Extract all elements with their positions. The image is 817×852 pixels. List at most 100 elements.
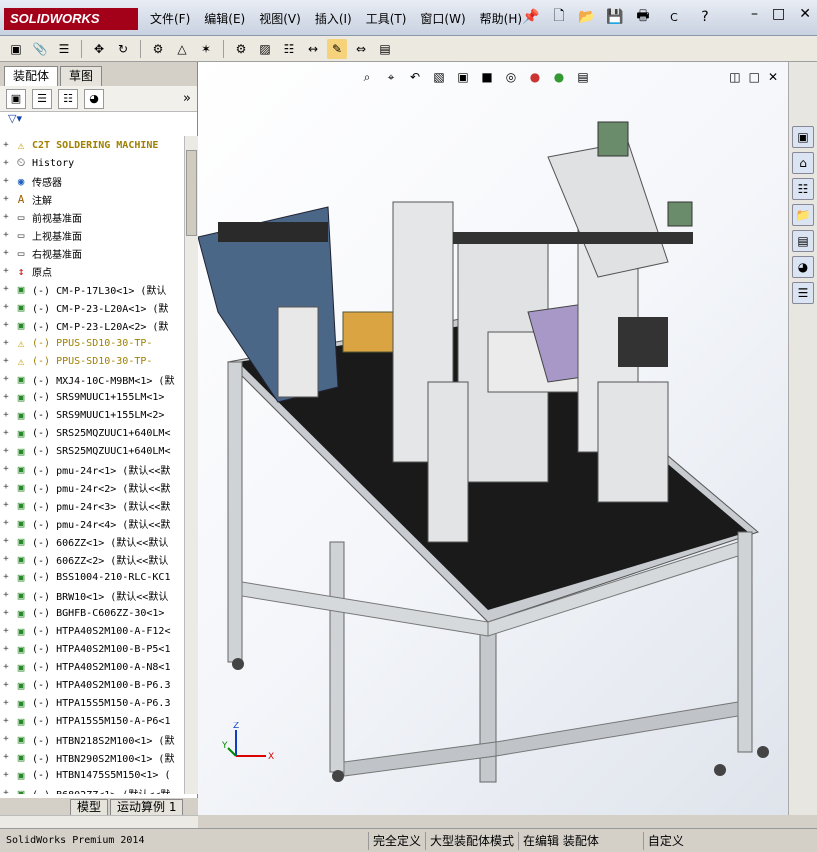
display-manager-icon[interactable]: ◕	[84, 88, 104, 109]
solidworks-logo[interactable]: SOLIDWORKS	[4, 8, 138, 30]
expand-icon[interactable]: +	[0, 338, 12, 348]
tree-item[interactable]: + ▣ (-) 606ZZ<2> (默认<<默认	[0, 550, 184, 568]
tree-item[interactable]: + ▣ (-) HTBN218S2M100<1> (默	[0, 730, 184, 748]
expand-icon[interactable]: +	[0, 716, 12, 726]
expand-icon[interactable]: +	[0, 266, 12, 276]
tree-item[interactable]: + ▣ (-) SRS25MQZUUC1+640LM<	[0, 424, 184, 442]
tree-item[interactable]: + ▣ (-) SRS25MQZUUC1+640LM<	[0, 442, 184, 460]
menu-help[interactable]: 帮助(H)	[480, 10, 522, 27]
bill-of-materials-icon[interactable]: ☷	[279, 39, 299, 59]
expand-icon[interactable]: +	[0, 608, 12, 618]
file-explorer-icon[interactable]: 📁	[792, 204, 814, 226]
tree-item[interactable]: + ▣ (-) HTPA40S2M100-A-N8<1	[0, 658, 184, 676]
tab-motion-study[interactable]: 运动算例 1	[110, 798, 184, 816]
move-component-icon[interactable]: ✥	[89, 39, 109, 59]
configuration-manager-icon[interactable]: ☷	[58, 88, 78, 109]
expand-icon[interactable]: +	[0, 644, 12, 654]
menu-insert[interactable]: 插入(I)	[315, 10, 352, 27]
expand-icon[interactable]: +	[0, 662, 12, 672]
assembly-feature-icon[interactable]: ⚙	[148, 39, 168, 59]
resources-icon[interactable]: ▣	[792, 126, 814, 148]
tree-item[interactable]: + ▣ (-) BRW10<1> (默认<<默认	[0, 586, 184, 604]
reference-geometry-icon[interactable]: △	[172, 39, 192, 59]
tree-item[interactable]: + ▣ (-) SRS9MUUC1+155LM<1>	[0, 388, 184, 406]
expand-icon[interactable]: +	[0, 500, 12, 510]
custom-properties-icon[interactable]: ☰	[792, 282, 814, 304]
expand-icon[interactable]: +	[0, 428, 12, 438]
close-icon[interactable]: ✕	[799, 6, 811, 22]
tree-item[interactable]: + ▣ (-) HTPA15S5M150-A-P6<1	[0, 712, 184, 730]
tree-item[interactable]: + ⚠ (-) PPUS-SD10-30-TP-	[0, 352, 184, 370]
tree-item[interactable]: + A 注解	[0, 190, 184, 208]
tree-item[interactable]: + ▣ (-) SRS9MUUC1+155LM<2>	[0, 406, 184, 424]
expand-icon[interactable]: +	[0, 482, 12, 492]
expand-icon[interactable]: +	[0, 536, 12, 546]
tree-item[interactable]: + ▣ (-) HTPA40S2M100-A-F12<	[0, 622, 184, 640]
tree-item[interactable]: + ⚠ (-) PPUS-SD10-30-TP-	[0, 334, 184, 352]
tree-item[interactable]: + ◉ 传感器	[0, 172, 184, 190]
tree-item[interactable]: + ▣ (-) pmu-24r<3> (默认<<默	[0, 496, 184, 514]
expand-icon[interactable]: +	[0, 248, 12, 258]
open-folder-icon[interactable]: 📂	[576, 6, 598, 28]
gear-icon[interactable]: ⚙	[231, 39, 251, 59]
search-box[interactable]: C	[660, 6, 688, 28]
pin-icon[interactable]: 📌	[520, 6, 542, 28]
menu-view[interactable]: 视图(V)	[259, 10, 301, 27]
tree-item[interactable]: + ▣ (-) B6802ZZ<1> (默认<<默	[0, 784, 184, 795]
expand-icon[interactable]: +	[0, 374, 12, 384]
graphics-viewport[interactable]: ⌕ ⌖ ↶ ▧ ▣ ■ ◎ ● ● ▤ ◫ □ ✕ X Z Y	[198, 62, 788, 815]
expand-icon[interactable]: +	[0, 140, 12, 150]
tree-item[interactable]: + ▣ (-) HTBN1475S5M150<1> (	[0, 766, 184, 784]
save-icon[interactable]: 💾	[604, 6, 626, 28]
pattern-icon[interactable]: ☰	[54, 39, 74, 59]
sketch-icon[interactable]: ✎	[327, 38, 347, 59]
expand-icon[interactable]: +	[0, 572, 12, 582]
expand-icon[interactable]: +	[0, 284, 12, 294]
menu-file[interactable]: 文件(F)	[150, 10, 190, 27]
restore-icon[interactable]: □	[772, 6, 785, 22]
horizontal-scrollbar[interactable]	[0, 815, 198, 828]
measure-icon[interactable]: ↔	[303, 39, 323, 59]
print-icon[interactable]: 🖶	[632, 6, 654, 28]
new-document-icon[interactable]: 🗋	[548, 6, 570, 28]
expand-icon[interactable]: +	[0, 554, 12, 564]
expand-icon[interactable]: +	[0, 590, 12, 600]
tab-assembly[interactable]: 装配体	[4, 66, 59, 86]
tree-item[interactable]: + ▣ (-) HTBN290S2M100<1> (默	[0, 748, 184, 766]
insert-component-icon[interactable]: ▣	[6, 39, 26, 59]
machine-model[interactable]	[198, 62, 788, 815]
expand-icon[interactable]: +	[0, 230, 12, 240]
tree-item[interactable]: + ↕ 原点	[0, 262, 184, 280]
tree-item[interactable]: + ▭ 右视基准面	[0, 244, 184, 262]
tree-item[interactable]: + ▣ (-) MXJ4-10C-M9BM<1> (默	[0, 370, 184, 388]
tree-item[interactable]: + ▭ 上视基准面	[0, 226, 184, 244]
expand-icon[interactable]: +	[0, 158, 12, 168]
expand-icon[interactable]: +	[0, 302, 12, 312]
chevron-right-icon[interactable]: »	[183, 91, 191, 106]
tree-item[interactable]: + ▣ (-) HTPA40S2M100-B-P5<1	[0, 640, 184, 658]
expand-icon[interactable]: +	[0, 320, 12, 330]
tree-item[interactable]: + ⏲ History	[0, 154, 184, 172]
appearances-icon[interactable]: ◕	[792, 256, 814, 278]
expand-icon[interactable]: +	[0, 734, 12, 744]
expand-icon[interactable]: +	[0, 518, 12, 528]
interference-icon[interactable]: ▨	[255, 39, 275, 59]
tree-item[interactable]: + ▣ (-) BGHFB-C606ZZ-30<1>	[0, 604, 184, 622]
expand-icon[interactable]: +	[0, 446, 12, 456]
design-library-icon[interactable]: ☷	[792, 178, 814, 200]
expand-icon[interactable]: +	[0, 770, 12, 780]
filter-icon[interactable]: ▽▾	[0, 112, 197, 128]
tree-item[interactable]: + ▣ (-) BSS1004-210-RLC-KC1	[0, 568, 184, 586]
expand-icon[interactable]: +	[0, 410, 12, 420]
minimize-icon[interactable]: –	[751, 6, 758, 22]
tab-model[interactable]: 模型	[70, 798, 109, 816]
rotate-component-icon[interactable]: ↻	[113, 39, 133, 59]
smart-dimension-icon[interactable]: ⇔	[351, 39, 371, 59]
expand-icon[interactable]: +	[0, 194, 12, 204]
tree-item[interactable]: + ▣ (-) pmu-24r<2> (默认<<默	[0, 478, 184, 496]
tab-sketch[interactable]: 草图	[60, 66, 103, 86]
scroll-thumb[interactable]	[186, 150, 197, 236]
view-palette-icon[interactable]: ▤	[792, 230, 814, 252]
tree-item[interactable]: + ▣ (-) 606ZZ<1> (默认<<默认	[0, 532, 184, 550]
menu-window[interactable]: 窗口(W)	[420, 10, 465, 27]
